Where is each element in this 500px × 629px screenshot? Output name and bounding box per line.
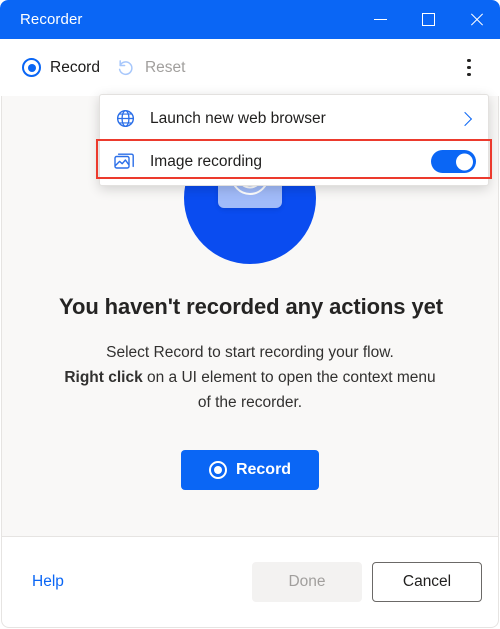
more-dot-icon <box>467 59 471 63</box>
maximize-button[interactable] <box>404 0 452 39</box>
toolbar: Record Reset <box>0 39 500 96</box>
empty-state-description: Select Record to start recording your fl… <box>60 340 440 415</box>
minimize-button[interactable] <box>356 0 404 39</box>
more-dot-icon <box>467 65 471 70</box>
image-recording-toggle[interactable] <box>431 150 476 173</box>
description-bold: Right click <box>64 369 143 386</box>
record-icon <box>208 461 227 479</box>
toolbar-record-label: Record <box>50 58 100 76</box>
record-icon <box>22 58 41 77</box>
more-dot-icon <box>467 72 471 76</box>
description-line-2: on a UI element to open the context menu… <box>142 369 436 411</box>
close-icon <box>469 12 484 27</box>
minimize-icon <box>373 19 387 20</box>
description-line-1: Select Record to start recording your fl… <box>106 344 394 361</box>
done-button[interactable]: Done <box>252 562 362 602</box>
menu-item-label: Launch new web browser <box>150 109 326 127</box>
record-button-label: Record <box>235 461 292 478</box>
toggle-knob <box>456 153 473 170</box>
maximize-icon <box>421 13 435 26</box>
recorder-window: Recorder Record Reset You haven't record… <box>0 0 500 629</box>
empty-state-title: You haven't recorded any actions yet <box>59 294 443 319</box>
close-button[interactable] <box>452 0 500 39</box>
footer-bar: Help Done Cancel <box>1 536 499 628</box>
menu-item-image-recording[interactable]: Image recording <box>100 140 488 183</box>
globe-icon <box>114 108 136 130</box>
menu-item-label: Image recording <box>150 152 263 170</box>
window-title: Recorder <box>20 11 83 28</box>
title-bar: Recorder <box>0 0 500 39</box>
chevron-right-icon <box>457 111 473 126</box>
toolbar-reset-label: Reset <box>144 58 186 76</box>
cancel-button[interactable]: Cancel <box>372 562 482 602</box>
reset-icon <box>116 58 136 78</box>
toolbar-reset-button[interactable]: Reset <box>108 48 194 88</box>
more-menu-button[interactable] <box>452 51 486 85</box>
help-link[interactable]: Help <box>32 573 64 591</box>
menu-item-launch-new-web-browser[interactable]: Launch new web browser <box>100 97 488 140</box>
caption-buttons <box>356 0 500 39</box>
toolbar-record-button[interactable]: Record <box>14 48 108 88</box>
more-menu-dropdown: Launch new web browser Image recording <box>99 94 489 186</box>
record-button[interactable]: Record <box>181 450 319 490</box>
image-icon <box>114 151 136 173</box>
